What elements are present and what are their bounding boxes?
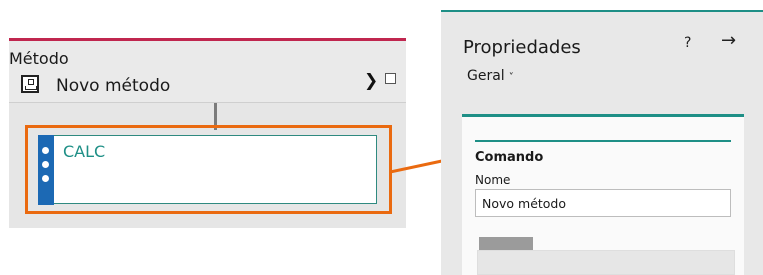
calc-step[interactable]: CALC	[38, 135, 377, 205]
command-section: Comando Nome	[462, 117, 744, 275]
method-checkbox[interactable]	[385, 73, 396, 84]
name-field-label: Nome	[475, 173, 511, 187]
group-divider	[475, 140, 731, 142]
step-highlight-frame: CALC	[25, 125, 392, 214]
method-type-label: Método	[9, 49, 69, 68]
drag-handle-icon[interactable]	[38, 135, 54, 205]
close-arrow-icon[interactable]: →	[721, 30, 736, 51]
method-icon	[21, 75, 39, 93]
properties-panel: Propriedades ? → Geral ˅ Comando Nome	[441, 10, 763, 275]
panel-accent-bar	[441, 10, 763, 12]
tab-label: Geral	[467, 68, 505, 84]
tab-geral[interactable]: Geral ˅	[467, 68, 514, 84]
chevron-down-icon: ˅	[508, 72, 514, 83]
name-field[interactable]	[475, 189, 731, 217]
method-header[interactable]: Método Novo método ❯	[9, 41, 406, 103]
redacted-label	[479, 237, 533, 250]
panel-title: Propriedades	[463, 37, 581, 58]
method-name[interactable]: Novo método	[56, 76, 170, 96]
help-icon[interactable]: ?	[684, 35, 691, 51]
chevron-right-icon[interactable]: ❯	[364, 71, 378, 91]
group-title: Comando	[475, 150, 544, 165]
step-label: CALC	[63, 142, 106, 161]
redacted-field[interactable]	[477, 250, 735, 275]
